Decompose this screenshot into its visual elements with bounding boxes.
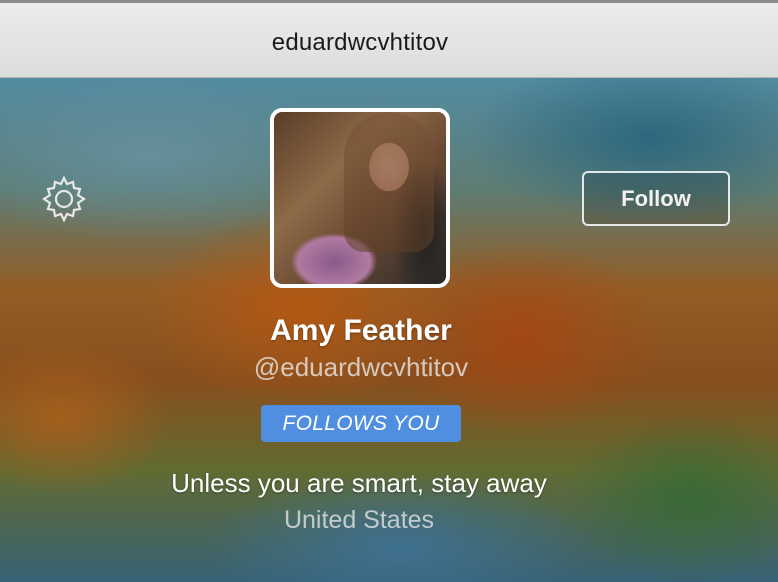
avatar-photo-detail [344,112,434,252]
avatar[interactable] [270,108,450,288]
follow-button[interactable]: Follow [582,171,730,226]
profile-handle: @eduardwcvhtitov [253,352,469,382]
window-title: eduardwcvhtitov [271,29,449,56]
profile-bio: Unless you are smart, stay away [171,468,547,498]
follows-you-badge: FOLLOWS YOU [261,405,461,442]
title-bar: eduardwcvhtitov [0,0,778,78]
profile-location: United States [283,506,435,534]
gear-icon[interactable] [40,175,88,223]
profile-name: Amy Feather [270,314,452,347]
profile-window: eduardwcvhtitov Follow Amy Feather @edua… [0,0,778,582]
